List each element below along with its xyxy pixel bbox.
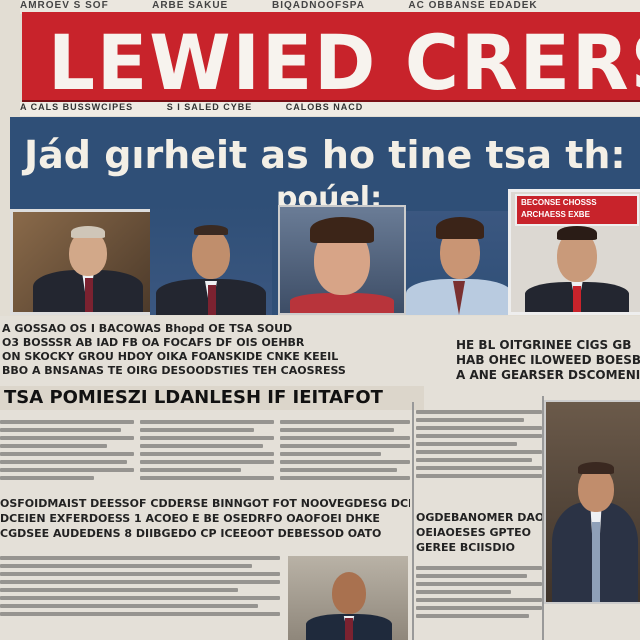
portrait-photo: [406, 211, 512, 315]
portrait-photo: BECONSE CHOSSS ARCHAESS EXBE: [508, 189, 640, 315]
subline-item: CALOBS NACD: [285, 102, 364, 112]
dateline-item: ARBE SAKUE: [152, 0, 229, 11]
column-divider: [542, 396, 544, 640]
text-column: [280, 416, 410, 496]
person-figure: [156, 205, 266, 315]
masthead: LEWIED CRERSST: [22, 12, 640, 103]
dateline-item: BIQADNOOFSPA: [272, 0, 365, 11]
text-column: [416, 406, 542, 496]
tag-line: ARCHAESS EXBE: [521, 210, 590, 219]
subhead-line: OSFOIDMAIST DEESSOF CDDERSE BINNGOT FOT …: [0, 497, 410, 510]
photo-band: Jád gırheit as ho tine tsa th: poúel: BE…: [10, 117, 640, 315]
person-figure: [406, 211, 512, 315]
person-figure: [290, 207, 394, 313]
text-line: BBO A BNSANAS TE OIRG DESOODSTIES TEH CA…: [2, 364, 346, 377]
text-line: HE BL OITGRINEE CIGS GB: [456, 338, 632, 352]
text-column: [140, 416, 274, 496]
text-line: A ANE GEARSER DSCOMENIT: [456, 368, 640, 382]
subline-item: S I SALED CYBE: [166, 102, 253, 112]
masthead-subline: A CALS BUSSWCIPES S I SALED CYBE CALOBS …: [20, 102, 640, 116]
person-figure: [33, 212, 143, 312]
section-headline: TSA POMIESZI LDANLESH IF IEITAFOT: [0, 386, 424, 410]
masthead-title: LEWIED CRERSST: [48, 18, 640, 103]
newspaper-page: AMROEV S SOF ARBE SAKUE BIQADNOOFSPA AC …: [0, 0, 640, 640]
text-column: [0, 552, 280, 640]
subhead-block: OGDEBANOMER DAOOS OEIAOESES GPTEO GEREE …: [416, 510, 542, 560]
text-line: A GOSSAO OS I BACOWAS Bhopd OE TSA SOUD: [2, 322, 293, 335]
text-column: [0, 416, 134, 496]
text-line: HAB OHEC ILOWEED BOESBE: [456, 353, 640, 367]
text-column: [416, 562, 542, 640]
text-line: O3 BOSSSR AB IAD FB OA FOCAFS DF OIS OEH…: [2, 336, 305, 349]
subhead-line: OGDEBANOMER DAOOS: [416, 511, 542, 524]
dateline-item: AMROEV S SOF: [20, 0, 109, 11]
subhead-line: CGDSEE AUDEDENS 8 DIIBGEDO CP ICEEOOT DE…: [0, 527, 382, 540]
portrait-photo: [288, 556, 408, 640]
column-divider: [412, 402, 414, 640]
person-figure: [525, 222, 629, 312]
person-figure: [306, 556, 392, 640]
person-figure: [552, 432, 638, 602]
news-section: A GOSSAO OS I BACOWAS Bhopd OE TSA SOUD …: [0, 316, 640, 640]
text-line: ON SKOCKY GROU HDOY OIKA FOANSKIDE CNKE …: [2, 350, 339, 363]
subhead-block: OSFOIDMAIST DEESSOF CDDERSE BINNGOT FOT …: [0, 496, 410, 546]
portrait-photo: [544, 400, 640, 604]
headline-line1: Jád gırheit as ho tine tsa th:: [24, 133, 626, 177]
portrait-photo: [278, 205, 406, 315]
subhead-line: DCEIEN EXFERDOESS 1 ACOEO E BE OSEDRFO O…: [0, 512, 380, 525]
portrait-photo: [10, 209, 154, 315]
right-text-block: HE BL OITGRINEE CIGS GB HAB OHEC ILOWEED…: [456, 338, 640, 384]
lead-text-block: A GOSSAO OS I BACOWAS Bhopd OE TSA SOUD …: [2, 322, 426, 382]
portrait-photo: [150, 205, 272, 315]
subhead-line: GEREE BCIISDIO: [416, 541, 516, 554]
subhead-line: OEIAOESES GPTEO: [416, 526, 531, 539]
tag-line: BECONSE CHOSSS: [521, 198, 597, 207]
dateline-item: AC OBBANSE EDADEK: [408, 0, 538, 11]
subline-item: A CALS BUSSWCIPES: [20, 102, 134, 112]
